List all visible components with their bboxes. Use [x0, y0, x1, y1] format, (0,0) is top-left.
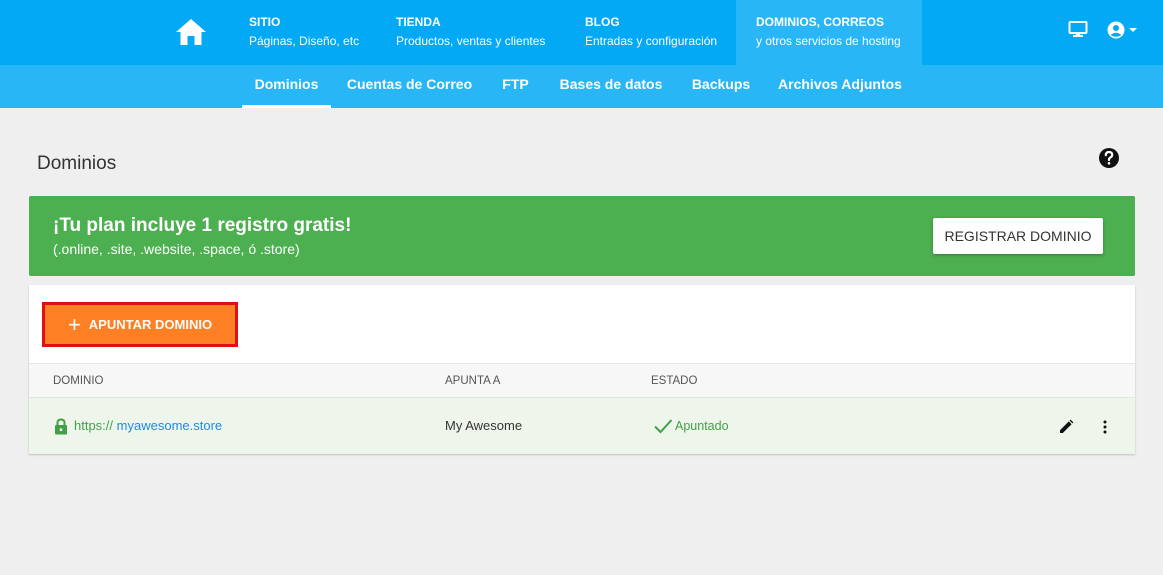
tab-backups[interactable]: Backups: [686, 65, 756, 108]
check-icon: [654, 419, 673, 434]
preview-button[interactable]: [1068, 20, 1088, 38]
domain-protocol: https://: [74, 418, 114, 433]
points-to-value: My Awesome: [445, 418, 523, 433]
account-circle-icon: [1107, 21, 1125, 39]
nav-tienda-subtitle: Productos, ventas y clientes: [396, 34, 546, 48]
nav-tienda[interactable]: TIENDA Productos, ventas y clientes: [376, 0, 565, 65]
banner-title: ¡Tu plan incluye 1 registro gratis!: [53, 215, 352, 236]
home-icon: [176, 19, 206, 45]
help-button[interactable]: [1098, 147, 1120, 169]
status-label: Apuntado: [675, 419, 729, 433]
pencil-icon: [1060, 419, 1074, 433]
edit-button[interactable]: [1055, 416, 1077, 438]
add-domain-label: APUNTAR DOMINIO: [88, 317, 213, 332]
plus-icon: +: [67, 311, 81, 337]
column-header-apunta-a: APUNTA A: [445, 375, 501, 387]
nav-sitio-title: SITIO: [249, 15, 281, 29]
tab-dominios[interactable]: Dominios: [242, 65, 331, 108]
domain-link[interactable]: https:// myawesome.store: [74, 398, 222, 454]
sub-navbar: Dominios Cuentas de Correo FTP Bases de …: [0, 65, 1163, 108]
top-navbar: SITIO Páginas, Diseño, etc TIENDA Produc…: [0, 0, 1163, 65]
banner-subtitle: (.online, .site, .website, .space, ó .st…: [53, 241, 300, 257]
nav-sitio-subtitle: Páginas, Diseño, etc: [249, 34, 360, 48]
column-header-dominio: DOMINIO: [53, 375, 104, 387]
tab-archivos-adjuntos[interactable]: Archivos Adjuntos: [774, 65, 906, 108]
more-options-button[interactable]: [1095, 416, 1115, 438]
free-domain-banner: ¡Tu plan incluye 1 registro gratis! (.on…: [29, 196, 1135, 276]
help-icon: [1099, 148, 1119, 168]
nav-dominios-subtitle: y otros servicios de hosting: [756, 34, 901, 48]
page-title: Dominios: [37, 153, 117, 174]
status-cell: Apuntado: [653, 398, 729, 454]
lock-icon: [55, 418, 67, 435]
more-vert-icon: [1103, 420, 1107, 434]
nav-dominios[interactable]: DOMINIOS, CORREOS y otros servicios de h…: [736, 0, 922, 65]
domain-name: myawesome.store: [116, 418, 223, 433]
nav-blog-title: BLOG: [585, 15, 620, 29]
tab-bases-de-datos[interactable]: Bases de datos: [556, 65, 666, 108]
account-menu-button[interactable]: [1106, 20, 1138, 40]
nav-blog-subtitle: Entradas y configuración: [585, 34, 718, 48]
table-row: https:// myawesome.store My Awesome Apun…: [29, 398, 1135, 454]
nav-sitio[interactable]: SITIO Páginas, Diseño, etc: [229, 0, 379, 65]
domains-card: + APUNTAR DOMINIO DOMINIO APUNTA A ESTAD…: [29, 285, 1135, 454]
table-header: DOMINIO APUNTA A ESTADO: [29, 363, 1135, 398]
tab-ftp[interactable]: FTP: [492, 65, 539, 108]
nav-blog[interactable]: BLOG Entradas y configuración: [565, 0, 737, 65]
monitor-icon: [1068, 21, 1088, 37]
tab-cuentas-de-correo[interactable]: Cuentas de Correo: [344, 65, 475, 108]
nav-tienda-title: TIENDA: [396, 15, 441, 29]
home-button[interactable]: [172, 14, 210, 50]
nav-dominios-title: DOMINIOS, CORREOS: [756, 15, 885, 29]
column-header-estado: ESTADO: [651, 375, 698, 387]
add-domain-button[interactable]: + APUNTAR DOMINIO: [42, 302, 238, 347]
caret-down-icon: [1129, 28, 1137, 32]
register-domain-button[interactable]: REGISTRAR DOMINIO: [933, 218, 1103, 254]
